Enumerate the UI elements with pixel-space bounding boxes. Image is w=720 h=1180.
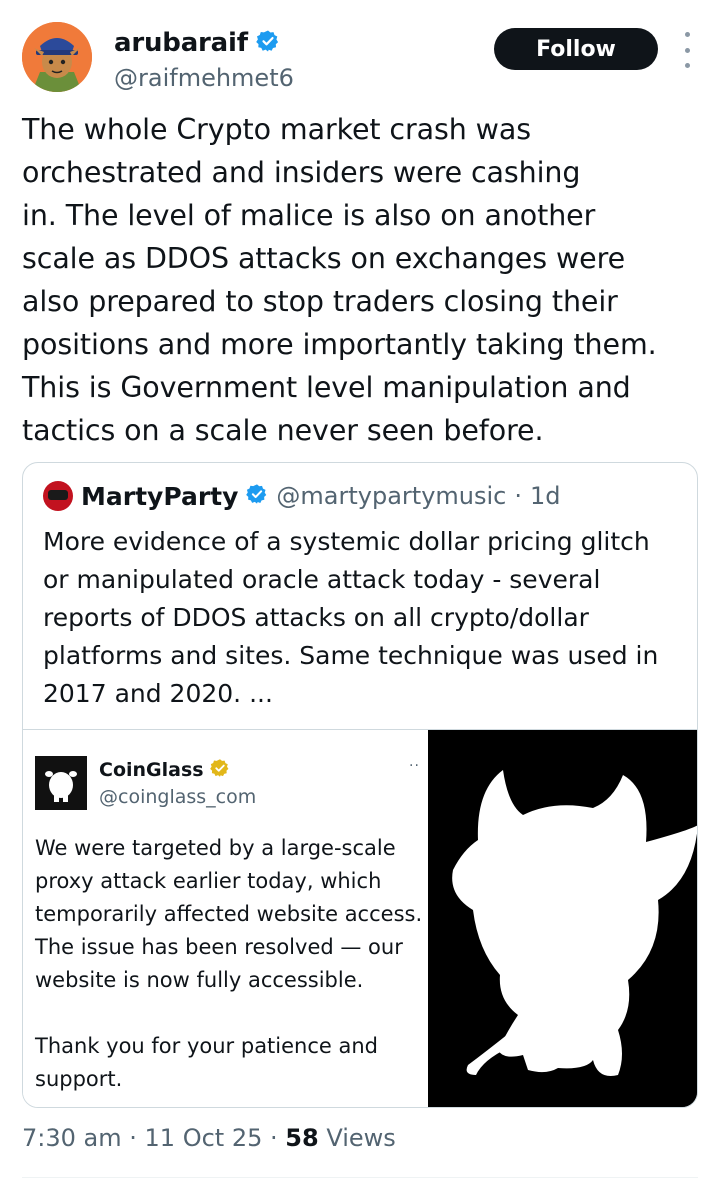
author-display-name[interactable]: arubaraif: [114, 28, 248, 58]
embedded-more-icon: ··: [409, 758, 420, 774]
verified-gold-badge-icon: [209, 758, 230, 782]
author-name-row: arubaraif: [114, 28, 280, 58]
verified-badge-icon: [256, 29, 280, 57]
embedded-author-handle: @coinglass_com: [99, 786, 257, 808]
mascot-image: [428, 730, 697, 1107]
tweet-time[interactable]: 7:30 am: [22, 1124, 122, 1152]
coinglass-logo-icon: [35, 756, 87, 810]
embedded-name-row: CoinGlass: [99, 758, 230, 782]
quoted-separator: ·: [514, 482, 523, 510]
quoted-tweet-header: MartyParty @martypartymusic · 1d: [43, 481, 561, 511]
tweet-date[interactable]: 11 Oct 25: [145, 1124, 263, 1152]
meta-separator: ·: [129, 1124, 137, 1152]
quoted-tweet-card[interactable]: MartyParty @martypartymusic · 1d More ev…: [22, 462, 698, 1108]
quoted-author-handle: @martypartymusic: [276, 482, 507, 510]
tweet-meta: 7:30 am · 11 Oct 25 · 58 Views: [22, 1124, 396, 1152]
quoted-author-avatar: [43, 481, 73, 511]
views-count: 58: [285, 1124, 319, 1152]
quoted-tweet-age: 1d: [530, 482, 561, 510]
embedded-post-screenshot: CoinGlass @coinglass_com ·· We were targ…: [23, 730, 428, 1107]
author-handle[interactable]: @raifmehmet6: [114, 64, 294, 92]
coinglass-mascot-icon: [428, 730, 697, 1107]
embedded-author-name: CoinGlass: [99, 759, 204, 781]
author-avatar[interactable]: [22, 22, 92, 92]
cartoon-avatar-icon: [22, 22, 92, 92]
quoted-tweet-text: More evidence of a systemic dollar prici…: [43, 527, 659, 708]
follow-button[interactable]: Follow: [494, 28, 658, 70]
divider: [22, 1177, 698, 1178]
embedded-post-text: We were targeted by a large-scale proxy …: [35, 836, 423, 1091]
meta-separator: ·: [270, 1124, 278, 1152]
tweet-body-text: The whole Crypto market crash was orches…: [22, 113, 657, 447]
quoted-tweet-media[interactable]: CoinGlass @coinglass_com ·· We were targ…: [23, 729, 697, 1107]
more-vertical-icon[interactable]: [682, 32, 692, 68]
quoted-author-name: MartyParty: [81, 481, 239, 511]
tweet-header: arubaraif @raifmehmet6 Follow: [22, 22, 698, 94]
verified-badge-icon: [246, 483, 268, 509]
views-label: Views: [326, 1124, 396, 1152]
